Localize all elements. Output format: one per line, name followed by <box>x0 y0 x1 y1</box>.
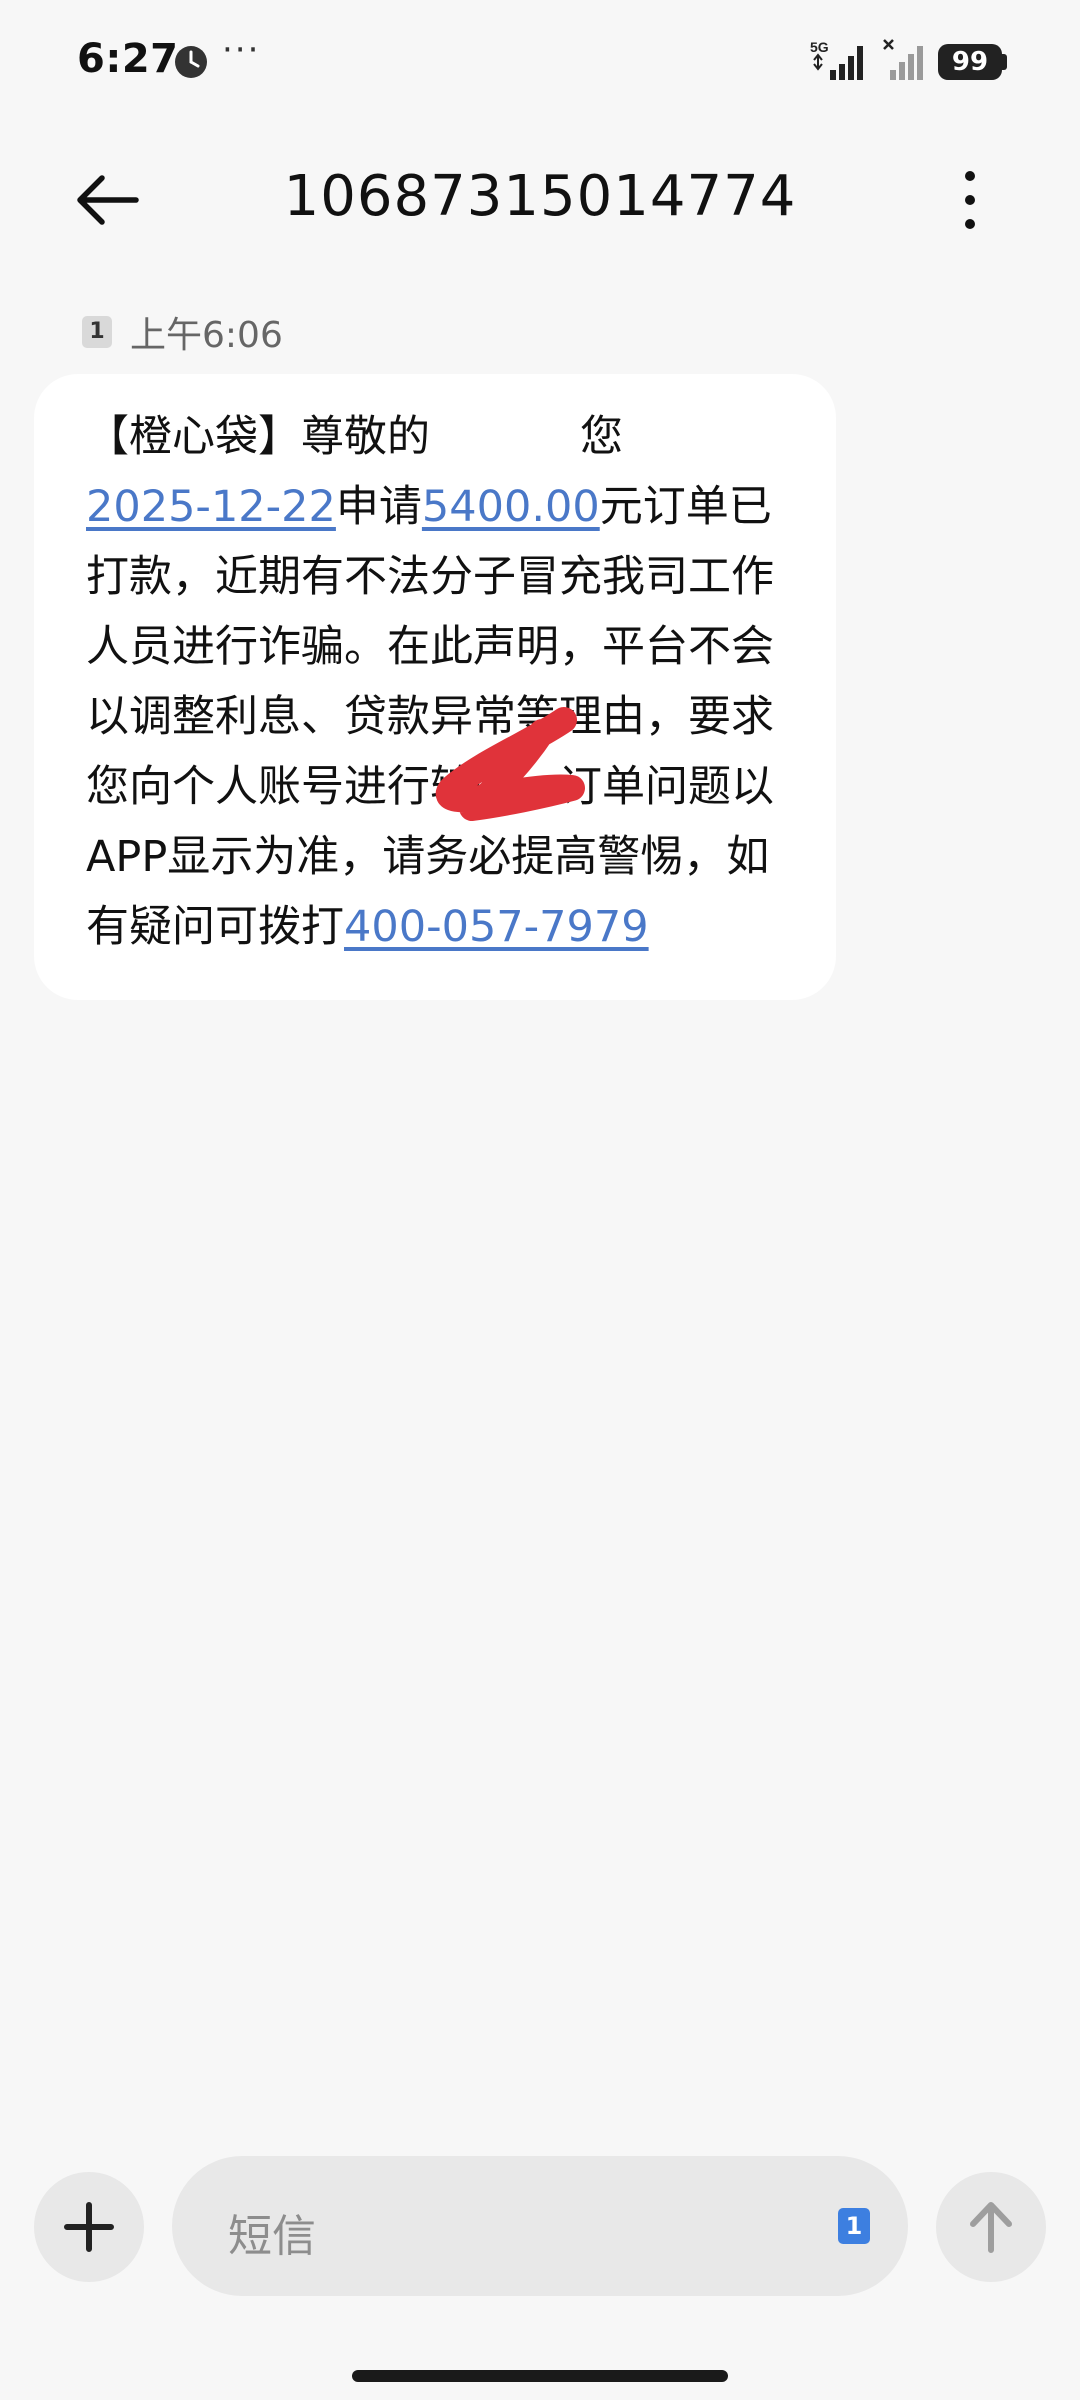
sim-badge: 1 <box>82 316 112 348</box>
conversation-title: 10687315014774 <box>283 164 797 229</box>
phone-link[interactable]: 400-057-7979 <box>344 902 649 952</box>
send-button[interactable] <box>936 2172 1046 2282</box>
date-link[interactable]: 2025-12-22 <box>86 482 336 532</box>
battery-icon: 99 <box>938 44 1002 80</box>
input-placeholder: 短信 <box>228 2211 316 2262</box>
sim-select-badge[interactable]: 1 <box>838 2208 870 2244</box>
message-bubble[interactable]: 【橙心袋】尊敬的您 2025-12-22申请5400.00元订单已打款，近期有不法… <box>34 374 836 1000</box>
add-attachment-button[interactable] <box>34 2172 144 2282</box>
home-indicator[interactable] <box>352 2370 728 2382</box>
status-bar: 6:27 ··· 5G 99 <box>0 0 1080 120</box>
message-meta: 1 上午6:06 <box>82 310 283 356</box>
plus-icon <box>64 2202 114 2252</box>
sms-conversation-screen: 6:27 ··· 5G 99 10687315014774 1 上午6:06 【… <box>0 0 1080 2400</box>
message-text: 【橙心袋】尊敬的您 2025-12-22申请5400.00元订单已打款，近期有不法… <box>86 402 798 962</box>
battery-tip <box>1002 54 1007 70</box>
signal-no-sim-icon <box>883 39 923 80</box>
notification-more-icon: ··· <box>222 30 261 70</box>
status-time: 6:27 <box>77 36 179 82</box>
clock-icon <box>175 46 207 78</box>
more-vertical-icon[interactable] <box>940 162 1000 238</box>
redaction-scribble <box>435 707 585 821</box>
message-text-part: 申请 <box>335 482 422 532</box>
message-text-part: 您 <box>580 412 623 462</box>
amount-link[interactable]: 5400.00 <box>422 482 600 532</box>
message-text-part: 【橙心袋】尊敬的 <box>86 412 430 462</box>
svg-text:5G: 5G <box>810 39 829 55</box>
send-arrow-icon <box>970 2202 1012 2253</box>
conversation-header: 10687315014774 <box>0 140 1080 260</box>
signal-5g-icon: 5G <box>810 39 863 80</box>
message-time: 上午6:06 <box>130 315 283 356</box>
message-input[interactable]: 短信 1 <box>172 2156 908 2296</box>
